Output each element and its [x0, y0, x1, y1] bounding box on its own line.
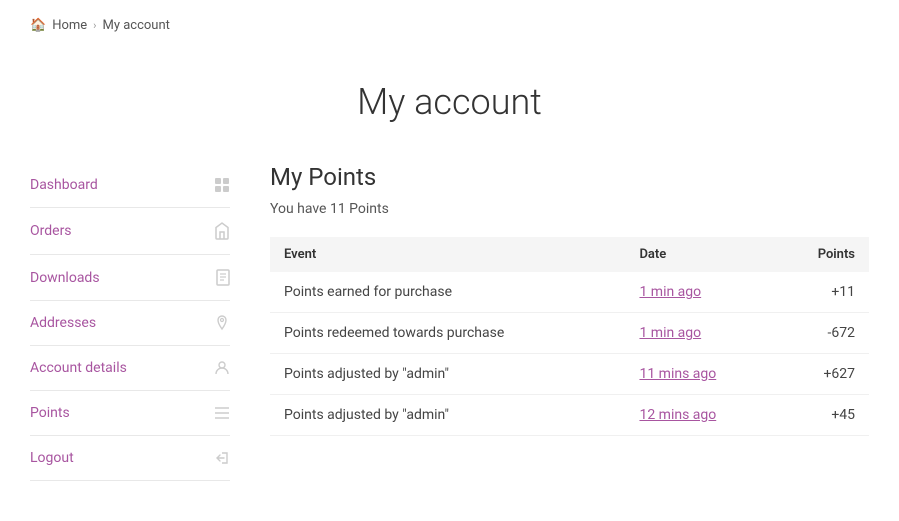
cell-event: Points earned for purchase [270, 272, 625, 313]
sidebar-link-dashboard[interactable]: Dashboard [30, 177, 98, 193]
breadcrumb-separator: › [93, 19, 96, 32]
table-row: Points redeemed towards purchase 1 min ag… [270, 313, 869, 354]
sidebar: Dashboard Orders Downloads [30, 163, 230, 481]
page-title-section: My account [0, 51, 899, 163]
main-content: Dashboard Orders Downloads [0, 163, 899, 521]
table-row: Points adjusted by "admin" 11 mins ago +62… [270, 354, 869, 395]
sidebar-item-downloads[interactable]: Downloads [30, 255, 230, 301]
sidebar-item-orders[interactable]: Orders [30, 208, 230, 255]
breadcrumb-home-link[interactable]: Home [52, 18, 87, 33]
sidebar-item-dashboard[interactable]: Dashboard [30, 163, 230, 208]
points-icon [214, 406, 230, 420]
content-area: My Points You have 11 Points Event Date … [270, 163, 869, 481]
cell-points: +11 [775, 272, 869, 313]
my-points-title: My Points [270, 163, 869, 191]
points-table: Event Date Points Points earned for purc… [270, 237, 869, 436]
points-summary: You have 11 Points [270, 201, 869, 217]
cell-event: Points redeemed towards purchase [270, 313, 625, 354]
date-link[interactable]: 1 min ago [639, 284, 701, 300]
sidebar-item-account-details[interactable]: Account details [30, 346, 230, 391]
breadcrumb: 🏠 Home › My account [0, 0, 899, 51]
cell-date[interactable]: 12 mins ago [625, 395, 775, 436]
sidebar-link-addresses[interactable]: Addresses [30, 315, 96, 331]
home-icon: 🏠 [30, 18, 46, 33]
cell-date[interactable]: 1 min ago [625, 272, 775, 313]
page-title: My account [0, 81, 899, 123]
table-row: Points adjusted by "admin" 12 mins ago +45 [270, 395, 869, 436]
cell-date[interactable]: 11 mins ago [625, 354, 775, 395]
breadcrumb-current: My account [102, 18, 169, 33]
cell-date[interactable]: 1 min ago [625, 313, 775, 354]
downloads-icon [216, 269, 230, 286]
col-header-date: Date [625, 237, 775, 272]
cell-event: Points adjusted by "admin" [270, 395, 625, 436]
sidebar-link-logout[interactable]: Logout [30, 450, 74, 466]
sidebar-item-points[interactable]: Points [30, 391, 230, 436]
sidebar-link-orders[interactable]: Orders [30, 223, 72, 239]
table-header-row: Event Date Points [270, 237, 869, 272]
sidebar-item-addresses[interactable]: Addresses [30, 301, 230, 346]
cell-points: -672 [775, 313, 869, 354]
cell-points: +627 [775, 354, 869, 395]
sidebar-link-downloads[interactable]: Downloads [30, 270, 100, 286]
sidebar-link-account-details[interactable]: Account details [30, 360, 127, 376]
cell-event: Points adjusted by "admin" [270, 354, 625, 395]
cell-points: +45 [775, 395, 869, 436]
col-header-points: Points [775, 237, 869, 272]
date-link[interactable]: 1 min ago [639, 325, 701, 341]
sidebar-item-logout[interactable]: Logout [30, 436, 230, 481]
sidebar-link-points[interactable]: Points [30, 405, 70, 421]
col-header-event: Event [270, 237, 625, 272]
addresses-icon [214, 315, 230, 331]
logout-icon [214, 450, 230, 466]
table-row: Points earned for purchase 1 min ago +11 [270, 272, 869, 313]
orders-icon [214, 222, 230, 240]
dashboard-icon [214, 177, 230, 193]
date-link[interactable]: 11 mins ago [639, 366, 716, 382]
account-icon [214, 360, 230, 376]
date-link[interactable]: 12 mins ago [639, 407, 716, 423]
